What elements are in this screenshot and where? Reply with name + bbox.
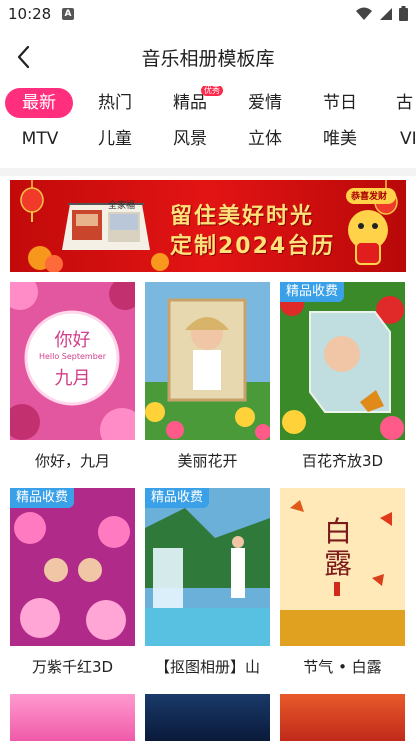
desk-calendar-image bbox=[62, 203, 150, 250]
premium-badge: 精品收费 bbox=[10, 488, 75, 508]
separator bbox=[0, 168, 416, 176]
template-thumbnail bbox=[280, 694, 405, 741]
calendar-promo-banner[interactable]: 全家福 恭喜发财 留住美好时光 定制2024台历 bbox=[10, 180, 406, 272]
premium-badge: 精品收费 bbox=[145, 488, 210, 508]
tab-label: 爱情 bbox=[248, 93, 282, 113]
flower-field-portrait-image bbox=[145, 282, 270, 440]
template-thumbnail: 精品收费 bbox=[280, 282, 405, 440]
template-title: 万紫千红3D bbox=[31, 658, 114, 676]
template-card[interactable] bbox=[145, 694, 270, 741]
tab-label: 节日 bbox=[323, 93, 357, 113]
tab-love[interactable]: 爱情 bbox=[230, 88, 300, 118]
template-title: 节气 • 白露 bbox=[303, 658, 382, 676]
tab-latest[interactable]: 最新 bbox=[5, 88, 73, 118]
thumb-text-september: 九月 bbox=[54, 368, 91, 389]
status-time: 10:28 bbox=[8, 5, 52, 23]
category-tabs-row-1: 最新 热门 精品 优秀 爱情 节日 古 bbox=[0, 86, 416, 120]
tab-label: 立体 bbox=[248, 129, 282, 149]
template-thumbnail: 白露 bbox=[280, 488, 405, 646]
page-title: 音乐相册模板库 bbox=[141, 48, 275, 70]
template-card[interactable]: 精品收费 万紫千红3D bbox=[10, 488, 135, 688]
template-card[interactable]: 白露 节气 • 白露 bbox=[280, 488, 405, 688]
template-title: 你好，九月 bbox=[34, 452, 110, 470]
banner-subheadline: 定制2024台历 bbox=[170, 234, 336, 259]
waterfall-image bbox=[145, 488, 270, 646]
tab-premium[interactable]: 精品 优秀 bbox=[155, 86, 225, 118]
tab-scenery[interactable]: 风景 bbox=[155, 124, 225, 154]
thumb-text-hello: 你好 bbox=[54, 330, 91, 351]
banner-tag: 恭喜发财 bbox=[351, 192, 388, 202]
tab-festival[interactable]: 节日 bbox=[305, 88, 375, 118]
template-card[interactable]: 美丽花开 bbox=[145, 282, 270, 482]
template-thumbnail bbox=[145, 282, 270, 440]
tab-ancient[interactable]: 古 bbox=[380, 88, 416, 118]
tab-label: 最新 bbox=[22, 93, 56, 113]
wifi-icon bbox=[356, 7, 372, 20]
template-thumbnail: 你好 Hello September 九月 bbox=[10, 282, 135, 440]
template-title: 百花齐放3D bbox=[301, 452, 384, 470]
tab-label: MTV bbox=[21, 129, 59, 149]
status-bar: 10:28 A bbox=[0, 0, 416, 30]
tab-label: VI bbox=[400, 129, 416, 149]
tab-vip[interactable]: VI bbox=[380, 124, 416, 154]
template-card[interactable]: 精品收费 百花齐放3D bbox=[280, 282, 405, 482]
template-card[interactable]: 你好 Hello September 九月 你好，九月 bbox=[10, 282, 135, 482]
template-thumbnail: 精品收费 bbox=[10, 488, 135, 646]
tab-3d[interactable]: 立体 bbox=[230, 124, 300, 154]
template-thumbnail bbox=[145, 694, 270, 741]
signal-icon bbox=[380, 7, 392, 20]
tab-children[interactable]: 儿童 bbox=[80, 124, 150, 154]
tab-label: 热门 bbox=[98, 93, 132, 113]
app-header: 音乐相册模板库 bbox=[0, 30, 416, 84]
banner-calendar-caption: 全家福 bbox=[108, 201, 136, 211]
tab-popular[interactable]: 热门 bbox=[80, 88, 150, 118]
thumb-calligraphy-text: 白露 bbox=[324, 515, 353, 580]
status-icons bbox=[355, 6, 408, 21]
excellent-badge: 优秀 bbox=[201, 86, 223, 96]
tab-label: 风景 bbox=[173, 129, 207, 149]
template-card[interactable] bbox=[280, 694, 405, 741]
tab-beautiful[interactable]: 唯美 bbox=[305, 124, 375, 154]
template-card[interactable] bbox=[10, 694, 135, 741]
template-thumbnail: 精品收费 bbox=[145, 488, 270, 646]
notification-icon: A bbox=[62, 8, 74, 20]
template-title: 【抠图相册】山 bbox=[154, 658, 260, 676]
thumb-text-english: Hello September bbox=[38, 352, 107, 361]
tab-label: 精品 bbox=[173, 93, 207, 113]
tab-mtv[interactable]: MTV bbox=[5, 124, 75, 154]
flower-cube-image bbox=[280, 282, 405, 440]
tab-label: 唯美 bbox=[323, 129, 357, 149]
battery-icon bbox=[399, 6, 408, 21]
category-tabs-row-2: MTV 儿童 风景 立体 唯美 VI bbox=[0, 122, 416, 156]
template-thumbnail bbox=[10, 694, 135, 741]
premium-badge: 精品收费 bbox=[280, 282, 345, 302]
pink-flowers-image bbox=[10, 282, 135, 440]
purple-flowers-image bbox=[10, 488, 135, 646]
tab-label: 古 bbox=[396, 93, 413, 113]
template-card[interactable]: 精品收费 【抠图相册】山 bbox=[145, 488, 270, 688]
banner-headline: 留住美好时光 bbox=[170, 204, 315, 229]
tab-label: 儿童 bbox=[98, 129, 132, 149]
lantern-icon bbox=[20, 180, 44, 222]
template-title: 美丽花开 bbox=[177, 452, 238, 470]
